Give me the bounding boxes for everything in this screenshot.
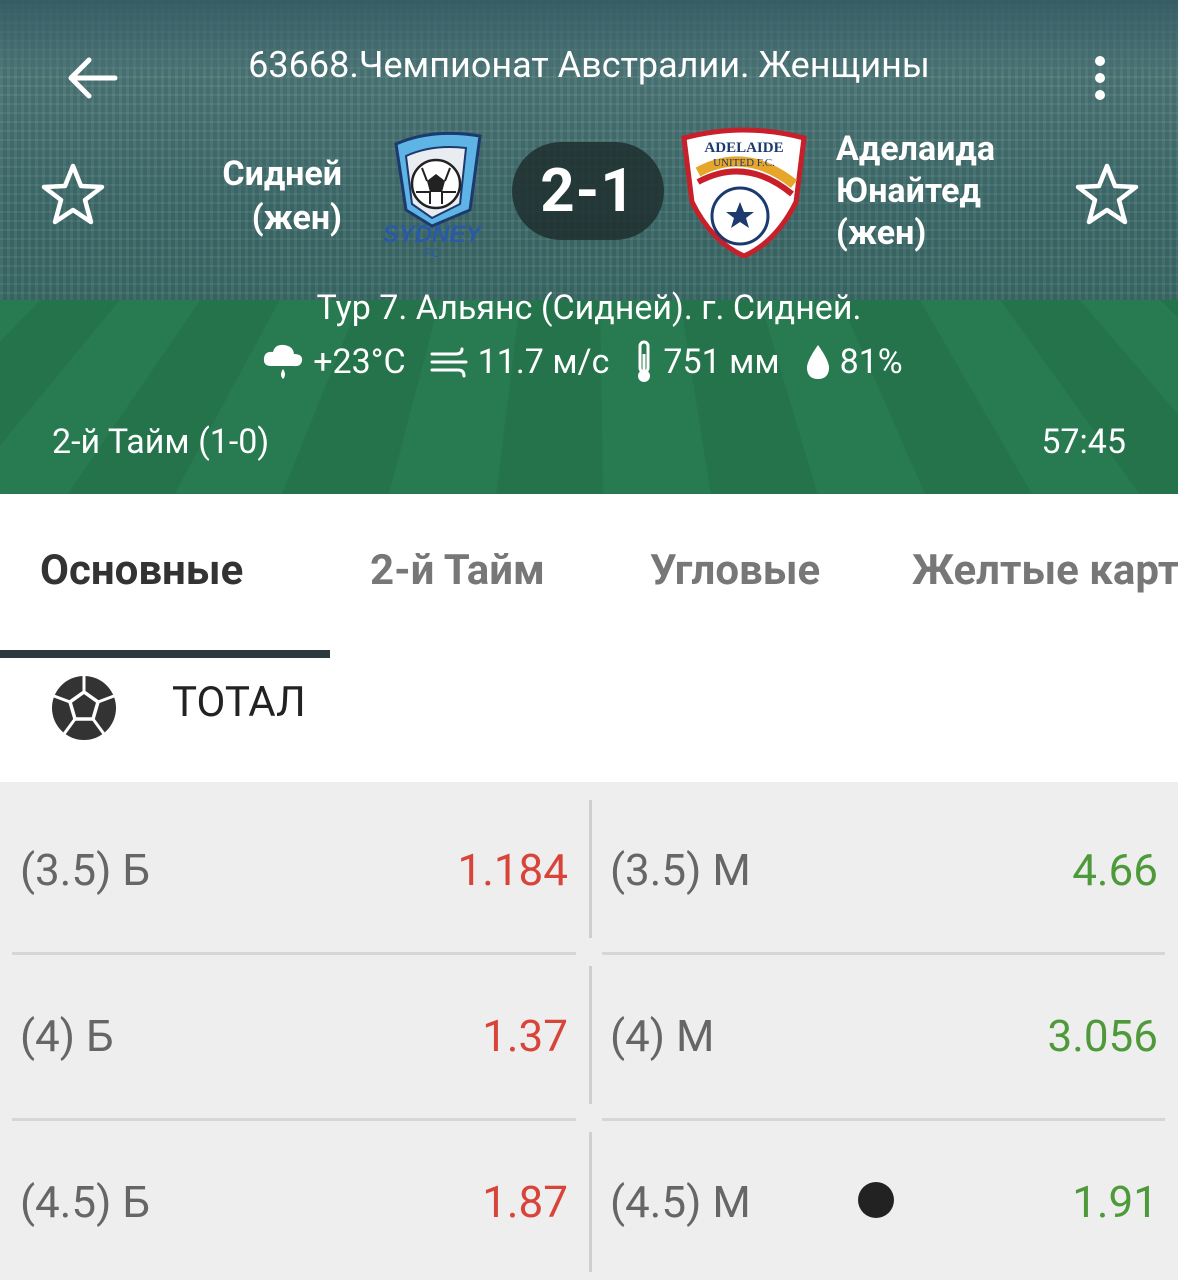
star-outline-icon <box>1075 163 1139 225</box>
odds-label: (4) Б <box>20 1010 114 1062</box>
svg-text:FC: FC <box>424 246 440 260</box>
more-vert-icon <box>1095 56 1105 66</box>
pressure-value: 751 мм <box>663 342 780 382</box>
water-drop-icon <box>806 345 829 379</box>
cloud-rain-icon <box>264 344 303 379</box>
odds-grid: (3.5) Б 1.184 (3.5) М 4.66 (4) Б 1.37 (4… <box>0 782 1178 1280</box>
odds-value: 1.37 <box>482 1010 568 1062</box>
odds-value: 1.91 <box>1072 1176 1158 1228</box>
market-tabs: Основные 2-й Тайм Угловые Желтые карточк… <box>0 494 1178 658</box>
tab-second-half[interactable]: 2-й Тайм <box>370 546 545 595</box>
humidity-value: 81% <box>839 342 903 382</box>
odds-under-cell[interactable]: (3.5) М 4.66 <box>590 782 1170 942</box>
odds-value: 4.66 <box>1072 844 1158 896</box>
home-team-logo: SYDNEY FC <box>366 126 498 260</box>
tab-yellow-cards[interactable]: Желтые карточки <box>912 546 1178 595</box>
score-badge: 2-1 <box>512 142 664 240</box>
active-tab-indicator <box>0 650 330 658</box>
thermometer-icon <box>638 340 651 382</box>
odds-value: 3.056 <box>1047 1010 1158 1062</box>
away-team-name: Аделаида Юнайтед (жен) <box>836 128 1076 254</box>
soccer-ball-icon <box>52 676 116 740</box>
venue-info: Тур 7. Альянс (Сидней). г. Сидней. <box>316 288 862 328</box>
odds-label: (4.5) Б <box>20 1176 151 1228</box>
odds-label: (4.5) М <box>610 1176 751 1228</box>
match-period: 2-й Тайм (1-0) <box>52 422 270 462</box>
odds-label: (3.5) М <box>610 844 751 896</box>
wind-value: 11.7 м/с <box>477 342 610 382</box>
temperature-value: +23°C <box>313 342 406 382</box>
championship-title: 63668.Чемпионат Австралии. Женщины <box>248 44 930 86</box>
odds-over-cell[interactable]: (3.5) Б 1.184 <box>0 782 580 942</box>
odds-value: 1.184 <box>457 844 568 896</box>
odds-value: 1.87 <box>482 1176 568 1228</box>
odds-label: (4) М <box>610 1010 715 1062</box>
svg-text:ADELAIDE: ADELAIDE <box>704 140 783 156</box>
tab-corners[interactable]: Угловые <box>650 546 820 595</box>
match-header: 63668.Чемпионат Австралии. Женщины Сидне… <box>0 0 1178 494</box>
svg-text:SYDNEY: SYDNEY <box>383 221 484 248</box>
section-title: ТОТАЛ <box>172 678 306 727</box>
away-team-line: Юнайтед <box>836 171 981 211</box>
weather-info: +23°C 11.7 м/с 751 мм 81% <box>0 340 1178 384</box>
touch-indicator-dot <box>858 1182 894 1218</box>
home-team-line: (жен) <box>251 198 342 238</box>
odds-label: (3.5) Б <box>20 844 151 896</box>
favorite-home-button[interactable] <box>38 160 108 230</box>
home-team-name: Сидней (жен) <box>150 152 342 240</box>
tab-main[interactable]: Основные <box>40 546 243 595</box>
star-outline-icon <box>41 163 105 225</box>
odds-over-cell[interactable]: (4) Б 1.37 <box>0 948 580 1108</box>
more-menu-button[interactable] <box>1076 46 1124 110</box>
total-section-header[interactable]: ТОТАЛ <box>0 658 1178 782</box>
favorite-away-button[interactable] <box>1072 160 1142 230</box>
away-team-line: (жен) <box>836 213 927 253</box>
match-clock: 57:45 <box>1041 422 1126 462</box>
wind-icon <box>430 347 468 378</box>
away-team-logo: ADELAIDE UNITED F.C. <box>676 124 812 259</box>
away-team-line: Аделаида <box>836 129 996 169</box>
svg-text:UNITED F.C.: UNITED F.C. <box>713 157 775 169</box>
odds-over-cell[interactable]: (4.5) Б 1.87 <box>0 1114 580 1274</box>
home-team-line: Сидней <box>222 154 342 194</box>
odds-under-cell[interactable]: (4) М 3.056 <box>590 948 1170 1108</box>
